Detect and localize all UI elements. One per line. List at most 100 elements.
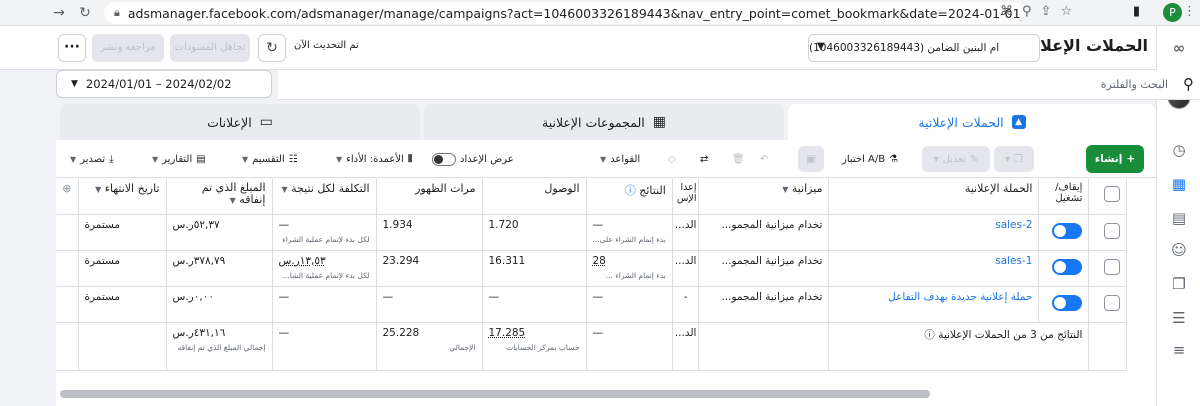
header-cost-label: التكلفة لكل نتيجة xyxy=(291,182,370,195)
total-spent-subtext: إجمالي المبلغ الذي تم إنفاقه xyxy=(177,342,266,352)
table-icon[interactable]: ▦ xyxy=(1167,172,1191,196)
columns-button[interactable]: ▼ الأعمدة: الأداء ⦀ xyxy=(336,146,426,172)
results-cell: — بدء إتمام الشراء علی... xyxy=(586,214,673,251)
cost-value[interactable]: ١٣,٥٣ر.س xyxy=(279,255,326,267)
campaign-name[interactable]: sales-2 xyxy=(828,214,1040,251)
end-date-cell: مستمرة xyxy=(78,250,167,287)
tab-ads-label: الإعلانات xyxy=(207,114,252,130)
table-row[interactable]: حملة إعلانية جديدة بهدف التفاعل تخدام مي… xyxy=(56,286,1128,323)
account-selector[interactable]: ام البنين الضامن (1046003326189443) ▼ xyxy=(808,34,1040,62)
header-end-date[interactable]: تاريخ الانتهاء ▼ xyxy=(78,178,167,215)
archive-button[interactable]: ▣ xyxy=(798,146,824,172)
row-checkbox[interactable] xyxy=(1104,258,1121,275)
info-icon[interactable]: ⓘ xyxy=(625,184,636,197)
row-checkbox-cell xyxy=(1088,214,1128,251)
review-publish-button[interactable]: مراجعة ونشر xyxy=(92,34,164,62)
header-end-label: تاريخ الانتهاء xyxy=(104,182,160,195)
discard-drafts-button[interactable]: تجاهل المسودات xyxy=(170,34,250,62)
add-column-icon[interactable]: ⊕ xyxy=(62,182,71,195)
star-icon[interactable]: ☆ xyxy=(1060,4,1072,19)
tag-button[interactable]: ◇ xyxy=(668,146,692,172)
campaign-toggle[interactable] xyxy=(1052,294,1083,311)
row-checkbox[interactable] xyxy=(1104,294,1121,311)
add-column-cell[interactable]: ⊕ xyxy=(56,178,79,215)
campaign-name[interactable]: حملة إعلانية جديدة بهدف التفاعل xyxy=(828,286,1040,323)
end-date-cell: مستمرة xyxy=(78,214,167,251)
share-icon[interactable]: ⇪ xyxy=(1041,4,1052,19)
sync-button[interactable]: ⇄ xyxy=(700,146,724,172)
delete-button[interactable]: 🗑︎ xyxy=(732,146,752,172)
main-area: الحملات الإعلانية ام البنين الضامن (1046… xyxy=(0,26,1200,406)
tab-campaigns-label: الحملات الإعلانية xyxy=(918,114,1004,130)
total-cost-cell: — xyxy=(272,322,377,371)
chrome-menu-icon[interactable]: ⋮ xyxy=(1183,4,1196,19)
campaign-toggle[interactable] xyxy=(1052,258,1083,275)
reports-label: التقارير xyxy=(162,153,193,165)
back-arrow-icon[interactable]: → xyxy=(46,5,72,21)
header-cost-per-result[interactable]: التكلفة لكل نتيجة ▼ xyxy=(272,178,377,215)
catalog-icon[interactable]: ❐ xyxy=(1167,272,1191,296)
export-button[interactable]: ▼ تصدير ⤓ xyxy=(70,146,144,172)
results-value: — xyxy=(592,218,604,231)
budget-cell: تخدام ميزانية المجمو... xyxy=(698,214,830,251)
url-bar[interactable]: 🔒︎ adsmanager.facebook.com/adsmanager/ma… xyxy=(104,2,1024,24)
info-icon[interactable]: ⓘ xyxy=(924,329,935,341)
results-cell: — xyxy=(586,286,673,323)
header-budget-label: ميزانية xyxy=(791,182,823,195)
edit-label: تعديل xyxy=(942,153,966,165)
updated-status: تم التحديث الآن xyxy=(294,40,359,51)
create-button[interactable]: إنشاء + xyxy=(1086,145,1144,173)
table-row[interactable]: sales-2 تخدام ميزانية المجمو... الد... —… xyxy=(56,214,1128,251)
empty-cell xyxy=(56,214,79,251)
translate-icon[interactable]: ⌘ xyxy=(1000,4,1013,19)
breakdown-button[interactable]: ▼ التقسيم ☷ xyxy=(242,146,322,172)
trash-icon: 🗑︎ xyxy=(732,153,745,165)
search-input[interactable]: البحث والفلترة ⚲ xyxy=(278,70,1200,100)
reload-icon[interactable]: ↻ xyxy=(72,5,98,21)
campaign-toggle[interactable] xyxy=(1052,222,1083,239)
undo-button[interactable]: ↶ xyxy=(760,146,780,172)
select-all-cell xyxy=(1088,178,1128,215)
date-range-picker[interactable]: ▼ 2024/01/01 – 2024/02/02 xyxy=(56,70,272,98)
header-results[interactable]: النتائج ⓘ xyxy=(586,178,673,215)
header-delivery[interactable]: إعدا الإس xyxy=(672,178,700,215)
view-setup-switch[interactable] xyxy=(432,152,456,166)
tab-campaigns[interactable]: الحملات الإعلانية ▲ xyxy=(788,104,1156,140)
tab-adsets[interactable]: المجموعات الإعلانية ▦ xyxy=(424,104,784,140)
more-options-button[interactable]: ··· xyxy=(58,34,86,62)
delivery-cell: الد... xyxy=(672,250,700,287)
edit-button[interactable]: ▾ تعديل ✎ xyxy=(922,146,990,172)
search-icon: ⚲ xyxy=(1183,75,1194,93)
meta-logo-icon[interactable]: ∞ xyxy=(1167,36,1191,60)
row-checkbox[interactable] xyxy=(1104,222,1121,239)
rules-button[interactable]: ▼ القواعد xyxy=(600,146,662,172)
header-campaign[interactable]: الحملة الإعلانية xyxy=(828,178,1040,215)
reports-button[interactable]: ▼ التقارير ▤ xyxy=(152,146,232,172)
results-value[interactable]: 28 xyxy=(593,255,606,267)
campaign-name[interactable]: sales-1 xyxy=(828,250,1040,287)
zoom-icon[interactable]: ⚲ xyxy=(1022,4,1032,19)
breakdown-icon: ☷ xyxy=(288,153,298,165)
horizontal-scrollbar[interactable] xyxy=(60,390,930,398)
header-amount-spent[interactable]: المبلغ الذي تم إنفاقه ▼ xyxy=(166,178,273,215)
pages-icon[interactable]: ▤ xyxy=(1167,206,1191,230)
select-all-checkbox[interactable] xyxy=(1104,186,1121,202)
tab-ads[interactable]: الإعلانات ▭ xyxy=(60,104,420,140)
dashboard-icon[interactable]: ◷ xyxy=(1167,138,1191,162)
header-impressions[interactable]: مرات الظهور xyxy=(376,178,483,215)
ab-test-button[interactable]: اختبار A/B ⚗ xyxy=(842,146,914,172)
audiences-icon[interactable]: ☺ xyxy=(1167,238,1191,262)
refresh-button[interactable]: ↻ xyxy=(258,34,286,62)
header-reach[interactable]: الوصول xyxy=(482,178,587,215)
sync-icon: ⇄ xyxy=(700,153,709,165)
view-setup-toggle[interactable]: عرض الإعداد xyxy=(432,146,552,172)
billing-icon[interactable]: ☰ xyxy=(1167,306,1191,330)
undo-icon: ↶ xyxy=(760,153,769,165)
table-row[interactable]: sales-1 تخدام ميزانية المجمو... الد... 2… xyxy=(56,250,1128,287)
sidebar-toggle-icon[interactable]: ▮ xyxy=(1133,4,1140,19)
profile-avatar[interactable]: P xyxy=(1163,3,1182,22)
duplicate-button[interactable]: ▾ ❐ xyxy=(994,146,1034,172)
menu-icon[interactable]: ≡ xyxy=(1167,338,1191,362)
header-toggle[interactable]: إيقاف/ تشغيل xyxy=(1038,178,1090,215)
header-budget[interactable]: ميزانية ▼ xyxy=(698,178,830,215)
